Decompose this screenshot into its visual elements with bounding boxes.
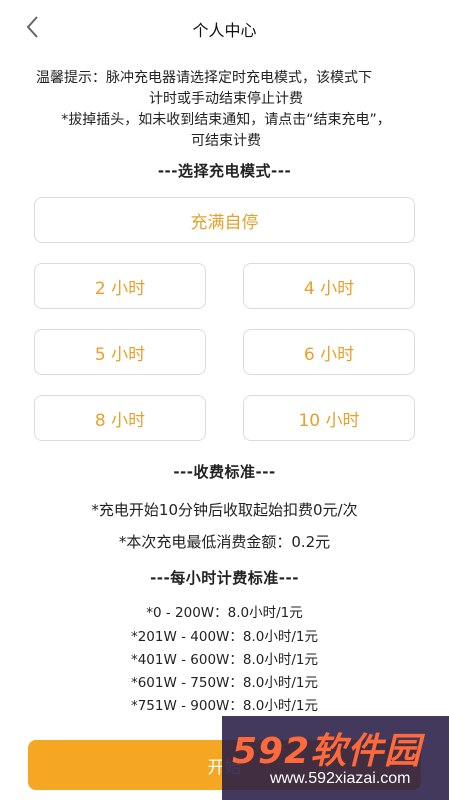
fee-minimum-text: *本次充电最低消费金额：0.2元 [118,533,331,551]
page-title: 个人中心 [192,21,257,40]
rate-row: *0 - 200W：8.0小时/1元 [146,605,303,621]
option-2-hours[interactable]: 2 小时 [34,263,206,309]
fee-section-title: ---收费标准--- [173,463,276,481]
rate-row: *201W - 400W：8.0小时/1元 [130,629,319,645]
notice-line-2: 计时或手动结束停止计费 [149,91,303,107]
option-full-auto-stop[interactable]: 充满自停 [34,197,415,243]
option-5-hours[interactable]: 5 小时 [34,329,206,375]
notice-line-3: *拔掉插头，如未收到结束通知，请点击“结束充电”， [61,112,391,128]
header: 个人中心 [0,0,449,56]
watermark-url: www.592xiazai.com [270,770,411,787]
rate-row: *751W - 900W：8.0小时/1元 [130,698,319,714]
option-6-hours[interactable]: 6 小时 [243,329,415,375]
option-8-hours[interactable]: 8 小时 [34,395,206,441]
rate-row: *401W - 600W：8.0小时/1元 [130,652,319,668]
rate-row: *601W - 750W：8.0小时/1元 [130,675,319,691]
watermark: 592软件园 www.592xiazai.com [222,716,449,800]
notice-line-4: 可结束计费 [191,133,261,149]
notice-line-1: 温馨提示：脉冲充电器请选择定时充电模式，该模式下 [36,70,372,86]
option-4-hours[interactable]: 4 小时 [243,263,415,309]
rate-section-title: ---每小时计费标准--- [150,569,299,587]
watermark-logo-text: 592软件园 [232,731,422,772]
mode-section-title: ---选择充电模式--- [157,162,292,180]
notice-text: 温馨提示：脉冲充电器请选择定时充电模式，该模式下 计时或手动结束停止计费 *拔掉… [36,68,416,152]
fee-start-text: *充电开始10分钟后收取起始扣费0元/次 [91,501,358,519]
option-10-hours[interactable]: 10 小时 [243,395,415,441]
